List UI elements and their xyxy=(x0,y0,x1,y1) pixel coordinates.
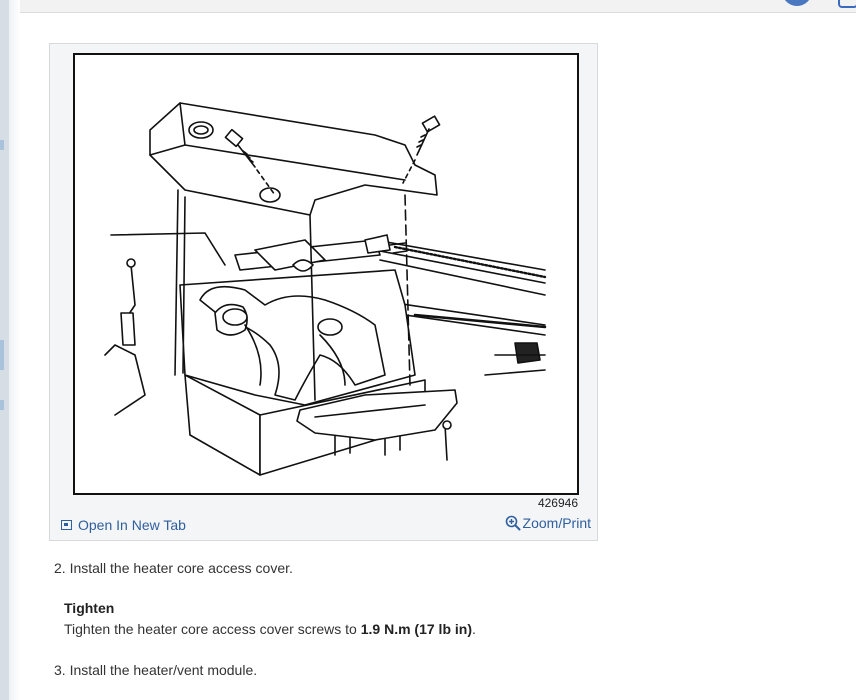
figure-actions: Open In New Tab Zoom/Print xyxy=(56,514,591,536)
open-in-new-tab-link[interactable]: Open In New Tab xyxy=(61,517,186,533)
scroll-marker xyxy=(0,340,4,370)
heater-core-illustration xyxy=(104,102,547,476)
avatar[interactable] xyxy=(782,0,812,6)
open-in-new-tab-label: Open In New Tab xyxy=(78,517,186,533)
step-2-text: 2. Install the heater core access cover. xyxy=(54,560,293,576)
top-toolbar xyxy=(20,0,856,13)
scroll-marker xyxy=(0,400,4,410)
tighten-note-title: Tighten xyxy=(64,600,115,616)
menu-icon[interactable] xyxy=(838,0,856,8)
figure-number: 426946 xyxy=(537,496,578,510)
figure-card: 426946 Open In New Tab Zoom/Print xyxy=(49,43,598,541)
zoom-print-link[interactable]: Zoom/Print xyxy=(505,515,591,531)
new-tab-icon xyxy=(61,520,72,530)
zoom-in-icon xyxy=(505,515,521,531)
torque-value: 1.9 N.m (17 lb in) xyxy=(360,621,472,637)
tighten-note-suffix: . xyxy=(471,621,476,637)
tighten-note-text: Tighten the heater core access cover scr… xyxy=(64,621,476,637)
scroll-marker xyxy=(0,140,4,150)
zoom-print-label: Zoom/Print xyxy=(522,515,591,531)
step-3-text: 3. Install the heater/vent module. xyxy=(54,662,258,678)
heater-core-diagram xyxy=(73,53,579,495)
tighten-note-prefix: Tighten the heater core access cover scr… xyxy=(64,621,361,637)
panel-shadow xyxy=(9,0,20,700)
